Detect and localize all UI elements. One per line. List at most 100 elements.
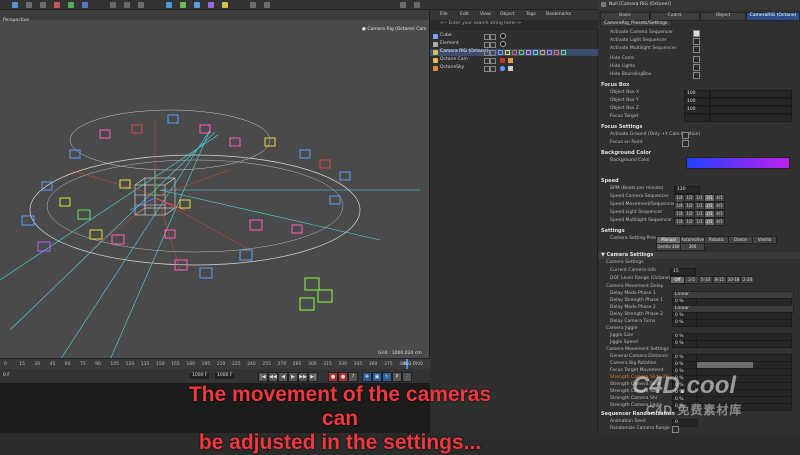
preset-option[interactable]: Vanilla xyxy=(752,236,777,244)
xpresso-tag-icon[interactable] xyxy=(540,50,545,55)
number-field[interactable]: 100 xyxy=(684,106,710,114)
speed-option[interactable]: 4/1 xyxy=(714,202,725,210)
object-menu-object[interactable]: Object xyxy=(500,12,515,18)
object-row[interactable]: OctaneSky xyxy=(430,65,598,72)
xpresso-tag-icon[interactable] xyxy=(526,50,531,55)
xpresso-tag-icon[interactable] xyxy=(561,50,566,55)
octane-camera-tag-icon[interactable] xyxy=(500,58,505,63)
preset-option[interactable]: Dance xyxy=(728,236,753,244)
play-back-button[interactable]: ◀ xyxy=(278,372,288,382)
number-field[interactable]: 100 xyxy=(684,98,710,106)
xpresso-tag-icon[interactable] xyxy=(519,50,524,55)
speed-option[interactable]: 4/1 xyxy=(714,218,725,226)
frame-field[interactable]: 1000 F xyxy=(190,373,210,379)
checkbox[interactable] xyxy=(693,56,700,63)
visibility-render-icon[interactable] xyxy=(490,50,496,56)
viewport[interactable]: Perspective ● Camera Rig (Octane) Cam Gr… xyxy=(0,10,430,360)
value-slider[interactable] xyxy=(696,319,792,327)
visibility-render-icon[interactable] xyxy=(490,58,496,64)
keyframe-button[interactable]: ? xyxy=(348,372,358,382)
checkbox[interactable] xyxy=(672,426,679,433)
preset-option[interactable]: Gentle 360 xyxy=(656,243,681,251)
xpresso-tag-icon[interactable] xyxy=(554,50,559,55)
current-camera-field[interactable]: 15 xyxy=(670,268,696,276)
object-row[interactable]: Camera RIG (Octane) xyxy=(430,49,598,56)
param-key-icon[interactable]: P xyxy=(392,372,402,382)
value-slider[interactable] xyxy=(696,340,792,348)
scene-view[interactable]: Grid : 1000.024 cm xyxy=(0,20,430,360)
goto-end-button[interactable]: ▶| xyxy=(308,372,318,382)
preset-option[interactable]: Robotic xyxy=(704,236,729,244)
object-search-input[interactable]: <-- Enter your search string here--> xyxy=(440,21,521,27)
material-tag-icon[interactable] xyxy=(500,41,506,47)
checkbox[interactable] xyxy=(682,140,689,147)
rotate-key-icon[interactable]: ↻ xyxy=(382,372,392,382)
z-axis-icon[interactable] xyxy=(82,2,88,8)
xpresso-tag-icon[interactable] xyxy=(498,50,503,55)
speed-option[interactable]: 4/1 xyxy=(714,194,725,202)
autokey-button[interactable]: ● xyxy=(338,372,348,382)
number-field[interactable]: 100 xyxy=(684,90,710,98)
percent-field[interactable]: 0 % xyxy=(672,340,698,348)
material-tag-icon[interactable] xyxy=(500,33,506,39)
move-key-icon[interactable]: ✥ xyxy=(362,372,372,382)
checkbox[interactable] xyxy=(693,38,700,45)
number-field[interactable] xyxy=(684,114,710,122)
checkbox[interactable] xyxy=(693,30,700,37)
xpresso-tag-icon[interactable] xyxy=(547,50,552,55)
object-menu-file[interactable]: File xyxy=(440,12,448,18)
nurbs-icon[interactable] xyxy=(194,2,200,8)
sky-tag-icon[interactable] xyxy=(500,66,505,71)
scale-key-icon[interactable]: ▣ xyxy=(372,372,382,382)
render-icon[interactable] xyxy=(124,2,130,8)
move-tool-icon[interactable] xyxy=(12,2,18,8)
percent-field[interactable]: 0 % xyxy=(672,319,698,327)
value-slider[interactable] xyxy=(710,98,792,106)
value-slider[interactable] xyxy=(710,114,792,122)
object-row[interactable]: Octane Cam xyxy=(430,57,598,64)
scale-tool-icon[interactable] xyxy=(26,2,32,8)
dof-option[interactable]: Off xyxy=(670,276,685,284)
light-icon[interactable] xyxy=(222,2,228,8)
object-name[interactable]: OctaneSky xyxy=(440,65,464,71)
spline-icon[interactable] xyxy=(180,2,186,8)
xpresso-tag-icon[interactable] xyxy=(533,50,538,55)
object-menu-tags[interactable]: Tags xyxy=(526,12,536,18)
speed-option[interactable]: 4/1 xyxy=(714,210,725,218)
object-name[interactable]: Octane Cam xyxy=(440,57,468,63)
checkbox[interactable] xyxy=(693,46,700,53)
object-name[interactable]: Element xyxy=(440,41,459,47)
deformer-icon[interactable] xyxy=(208,2,214,8)
dof-option[interactable]: 2-20 xyxy=(740,276,755,284)
visibility-render-icon[interactable] xyxy=(490,66,496,72)
snap-icon[interactable] xyxy=(250,2,256,8)
layout-icon[interactable] xyxy=(400,2,406,8)
preset-option[interactable]: 360 xyxy=(680,243,705,251)
record-button[interactable]: ● xyxy=(328,372,338,382)
pla-key-icon[interactable]: ⋮ xyxy=(402,372,412,382)
checkbox[interactable] xyxy=(693,64,700,71)
compositing-tag-icon[interactable] xyxy=(508,66,513,71)
visibility-render-icon[interactable] xyxy=(490,34,496,40)
object-row[interactable]: Cube xyxy=(430,33,598,40)
object-menu-bookmarks[interactable]: Bookmarks xyxy=(546,12,571,18)
x-axis-icon[interactable] xyxy=(54,2,60,8)
value-slider[interactable] xyxy=(710,90,792,98)
cube-primitive-icon[interactable] xyxy=(166,2,172,8)
dof-option[interactable]: 8-15 xyxy=(712,276,727,284)
workplane-icon[interactable] xyxy=(264,2,270,8)
tab-2[interactable]: Object xyxy=(700,12,746,21)
end-frame-field[interactable]: 1000 F xyxy=(215,373,235,379)
xpresso-tag-icon[interactable] xyxy=(512,50,517,55)
checkbox[interactable] xyxy=(682,132,689,139)
next-key-button[interactable]: ▶▶ xyxy=(298,372,308,382)
maximize-icon[interactable] xyxy=(414,2,420,8)
visibility-render-icon[interactable] xyxy=(490,42,496,48)
render-view-icon[interactable] xyxy=(110,2,116,8)
subtab-presets[interactable]: CameraRig_Presets/Settings xyxy=(600,20,672,27)
object-menu-edit[interactable]: Edit xyxy=(460,12,469,18)
object-name[interactable]: Cube xyxy=(440,33,452,39)
target-tag-icon[interactable] xyxy=(508,58,513,63)
bpm-field[interactable]: 120 xyxy=(674,186,700,194)
background-gradient[interactable] xyxy=(686,157,790,169)
